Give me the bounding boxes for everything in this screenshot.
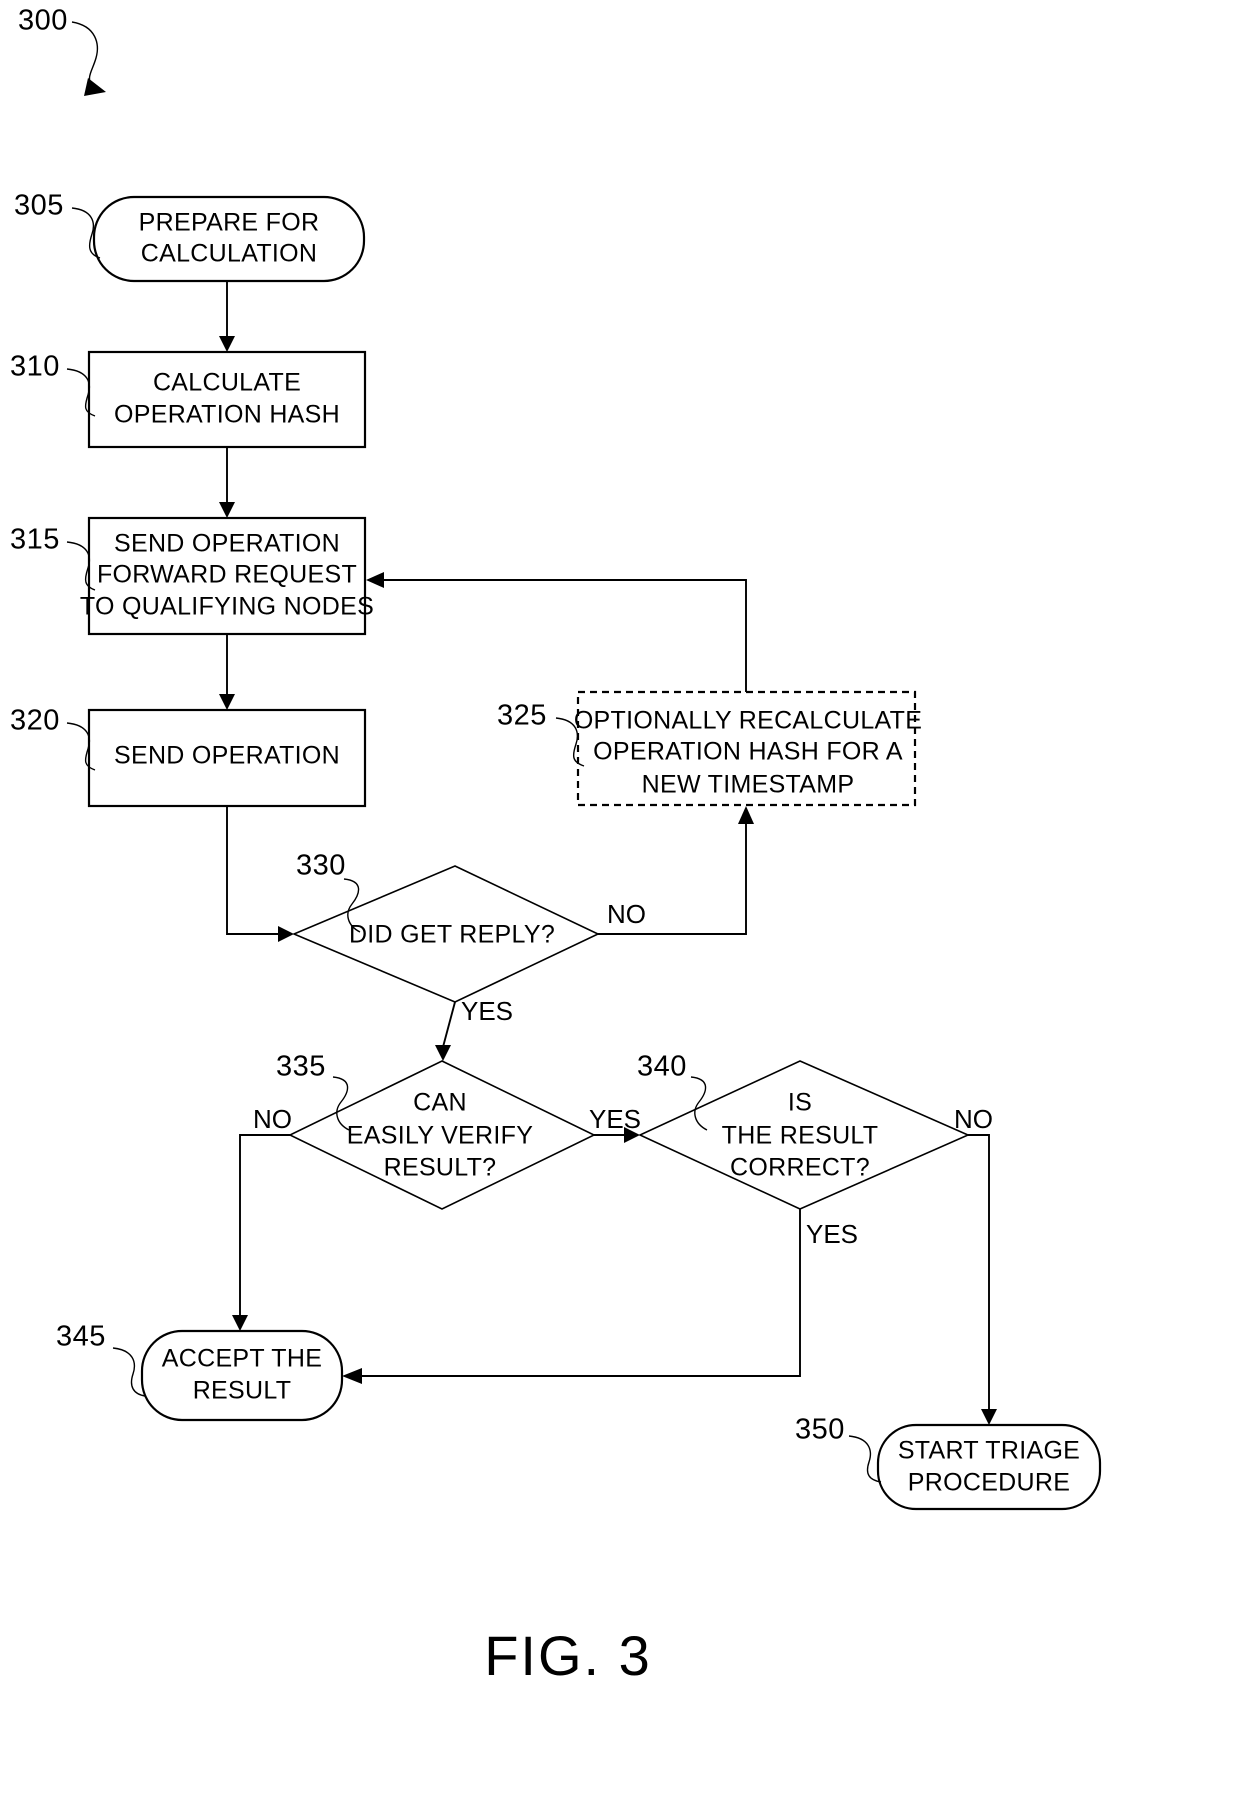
arrowhead-335-no-to-345 <box>232 1315 248 1331</box>
edge-label-reply-no: NO <box>607 899 646 929</box>
arrowhead-325-to-315 <box>366 572 384 588</box>
node-315-line-2: FORWARD REQUEST <box>97 561 357 589</box>
node-325-line-1: OPTIONALLY RECALCULATE <box>574 707 922 735</box>
ref-number-300: 300 <box>18 5 68 37</box>
patent-figure-sheet: 300 305 310 315 320 325 330 335 340 345 … <box>0 0 1240 1795</box>
figure-number-leader <box>71 21 99 89</box>
ref-number-335: 335 <box>276 1051 326 1083</box>
node-340-line-1: IS <box>788 1089 812 1117</box>
arrowhead-310-to-315 <box>219 502 235 518</box>
ref-number-325: 325 <box>497 700 547 732</box>
node-350-line-2: PROCEDURE <box>908 1469 1070 1497</box>
node-335-line-2: EASILY VERIFY <box>347 1122 533 1150</box>
node-315-line-3: TO QUALIFYING NODES <box>80 593 374 621</box>
ref-number-315: 315 <box>10 524 60 556</box>
node-330-line-1: DID GET REPLY? <box>349 921 555 949</box>
ref-number-305: 305 <box>14 190 64 222</box>
flowchart-diagram: 300 305 310 315 320 325 330 335 340 345 … <box>10 5 1102 1687</box>
figure-number-arrowhead <box>84 78 106 96</box>
node-305-line-2: CALCULATION <box>141 240 317 268</box>
node-350-line-1: START TRIAGE <box>898 1437 1080 1465</box>
edge-label-verify-no: NO <box>253 1104 292 1134</box>
node-310-process-shape <box>87 350 367 449</box>
node-340-line-3: CORRECT? <box>730 1154 870 1182</box>
arrowhead-320-to-330 <box>278 926 294 942</box>
arrowhead-305-to-310 <box>219 336 235 352</box>
node-320-line-1: SEND OPERATION <box>114 742 340 770</box>
node-340-line-2: THE RESULT <box>722 1122 879 1150</box>
node-335-line-1: CAN <box>413 1089 467 1117</box>
node-345-leader <box>112 1347 146 1397</box>
edge-label-correct-no: NO <box>954 1104 993 1134</box>
arrowhead-330-yes-to-335 <box>435 1045 451 1061</box>
connector-335-no-to-345 <box>239 1134 290 1317</box>
connector-340-no-to-350 <box>968 1134 990 1411</box>
node-345-line-1: ACCEPT THE <box>162 1345 322 1373</box>
ref-number-310: 310 <box>10 351 60 383</box>
arrowhead-340-yes-to-345 <box>342 1368 362 1384</box>
node-350-leader <box>848 1435 882 1483</box>
figure-caption: FIG. 3 <box>484 1624 652 1687</box>
node-315-line-1: SEND OPERATION <box>114 530 340 558</box>
ref-number-350: 350 <box>795 1414 845 1446</box>
connector-320-to-330 <box>226 806 280 935</box>
arrowhead-315-to-320 <box>219 694 235 710</box>
ref-number-340: 340 <box>637 1051 687 1083</box>
connector-340-yes-to-345 <box>360 1209 801 1377</box>
node-335-line-3: RESULT? <box>384 1154 497 1182</box>
connector-330-yes-to-335 <box>442 1001 456 1048</box>
ref-number-330: 330 <box>296 850 346 882</box>
edge-label-reply-yes: YES <box>461 996 513 1026</box>
node-345-line-2: RESULT <box>193 1377 292 1405</box>
arrowhead-330-no-to-325 <box>738 806 754 824</box>
node-325-line-2: OPERATION HASH FOR A <box>593 738 903 766</box>
edge-label-verify-yes: YES <box>589 1104 641 1134</box>
connector-325-to-315 <box>382 579 747 692</box>
edge-label-correct-yes: YES <box>806 1219 858 1249</box>
ref-number-345: 345 <box>56 1321 106 1353</box>
node-325-line-3: NEW TIMESTAMP <box>642 771 855 799</box>
ref-number-320: 320 <box>10 705 60 737</box>
node-305-line-1: PREPARE FOR <box>139 209 320 237</box>
arrowhead-340-no-to-350 <box>981 1409 997 1425</box>
node-310-line-1: CALCULATE <box>153 369 301 397</box>
node-310-line-2: OPERATION HASH <box>114 401 340 429</box>
